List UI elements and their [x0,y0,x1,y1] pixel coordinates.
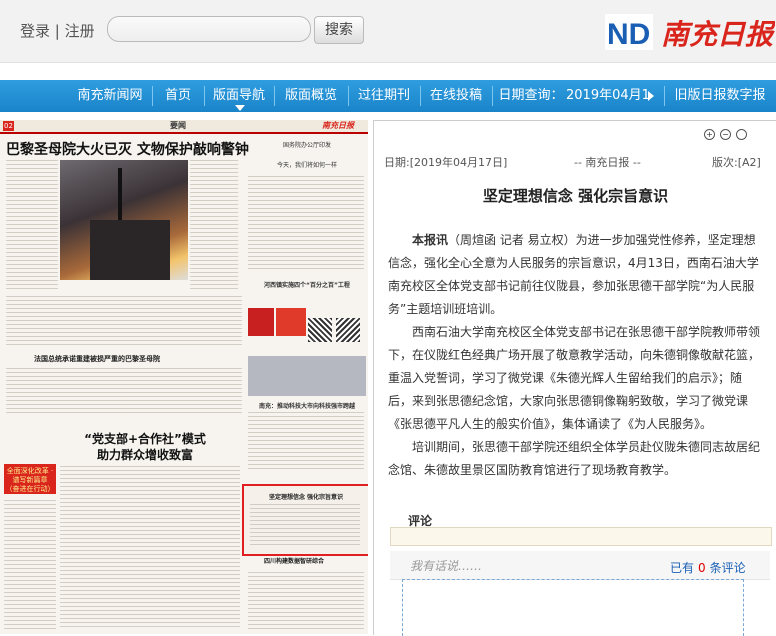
nav-date-label: 日期查询： [498,88,564,103]
article-body: 本报讯（周煊函 记者 易立权）为进一步加强党性修养，坚定理想信念，强化全心全意为… [388,229,764,482]
login-link[interactable]: 登录 [20,22,50,40]
newspaper-page[interactable]: 02 要闻 南充日报 巴黎圣母院大火已灭 文物保护敲响警钟 国务院办公厅印发 今… [0,120,368,634]
register-link[interactable]: 注册 [65,22,95,40]
logo-text: 南充日报 [661,18,775,51]
nav-item-page-overview[interactable]: 版面概览 [278,80,344,112]
nav-date-select[interactable]: 2019年04月17 [566,80,650,112]
nav-item-past-issues[interactable]: 过往期刊 [352,80,416,112]
article-edition: 版次:[A2] [712,156,761,169]
sub-headline-e: 南充：推动科技大市向科技强市跨越 [258,403,355,410]
sub-headline-a: 国务院办公厅印发 [282,142,331,149]
notre-dame-photo [60,160,188,280]
reset-zoom-icon[interactable] [736,129,747,140]
section-name: 要闻 [170,121,186,130]
comment-placeholder: 我有话说…… [410,559,483,573]
side-banner-sub: （奋进在行动） [5,485,55,493]
page-number: 02 [3,121,14,131]
highlighted-article-caption: 坚定理想信念 强化宗旨意识 [268,494,344,501]
recruit-ad-image [276,308,306,336]
article-paragraph: 培训期间，张思德干部学院还组织全体学员赴仪陇朱德同志故居纪念馆、朱德故里景区国防… [388,440,761,477]
party-sub-headline: 助力群众增收致富 [96,448,193,462]
auth-links: 登录 | 注册 [20,20,95,41]
qr-code-a [308,318,332,342]
nav-item-submit[interactable]: 在线投稿 [424,80,488,112]
sub-headline-c: 河西镇实施四个“百分之百”工程 [264,282,350,289]
article-paragraph: 本报讯（周煊函 记者 易立权）为进一步加强党性修养，坚定理想信念，强化全心全意为… [388,233,759,316]
sub-headline-f: 四川构建数据智研综合 [264,558,325,565]
highlighted-article-region[interactable]: 坚定理想信念 强化宗旨意识 [242,484,368,556]
party-emblem-image [248,308,274,336]
main-nav: 南充新闻网 首页 版面导航 版面概览 过往期刊 在线投稿 日期查询： 2019年… [0,80,776,112]
nav-item-old-edition[interactable]: 旧版日报数字报 [668,80,772,112]
article-date: 日期:[2019年04月17日] [384,156,508,169]
zoom-in-icon[interactable]: + [704,129,715,140]
logo-mark: ND [607,18,650,51]
article-lead-prefix: 本报讯 [412,233,449,247]
side-banner: 全面深化改革 · 谱写新篇章 （奋进在行动） [4,464,56,494]
top-bar: 登录 | 注册 搜索 ND 南充日报 [0,0,776,63]
city-photo [248,356,366,396]
article-paragraph: 西南石油大学南充校区全体党支部书记在张思德干部学院教师带领下，在仪陇红色经典广场… [388,325,761,431]
nanchong-daily-logo[interactable]: ND 南充日报 [605,10,775,54]
zoom-out-icon[interactable]: − [720,129,731,140]
date-arrow-icon[interactable] [648,91,654,101]
qr-code-b [336,318,360,342]
comment-textarea[interactable] [402,579,744,636]
newspaper-mini-logo: 南充日报 [322,121,354,130]
party-headline: “党支部+合作社”模式 [84,432,206,446]
comment-title-field[interactable] [390,527,772,546]
sub-headline-b: 今天，我们将如何一样 [276,162,337,169]
auth-separator: | [54,22,60,40]
search-input[interactable] [107,16,311,42]
search-button[interactable]: 搜索 [314,16,364,44]
nav-item-home[interactable]: 首页 [156,80,200,112]
nav-dropdown-icon [235,105,245,111]
comment-count[interactable]: 已有 0 条评论 [670,559,746,576]
article-panel: + − 日期:[2019年04月17日] -- 南充日报 -- 版次:[A2] … [373,120,776,636]
article-title: 坚定理想信念 强化宗旨意识 [482,187,669,205]
nav-item-nanchong-news[interactable]: 南充新闻网 [72,80,148,112]
article-source: -- 南充日报 -- [574,156,641,169]
main-headline: 巴黎圣母院大火已灭 文物保护敲响警钟 [6,142,249,158]
sub-headline-d: 法国总统承诺重建被损严重的巴黎圣母院 [34,355,160,363]
side-banner-title: 全面深化改革 · 谱写新篇章 [6,467,54,484]
